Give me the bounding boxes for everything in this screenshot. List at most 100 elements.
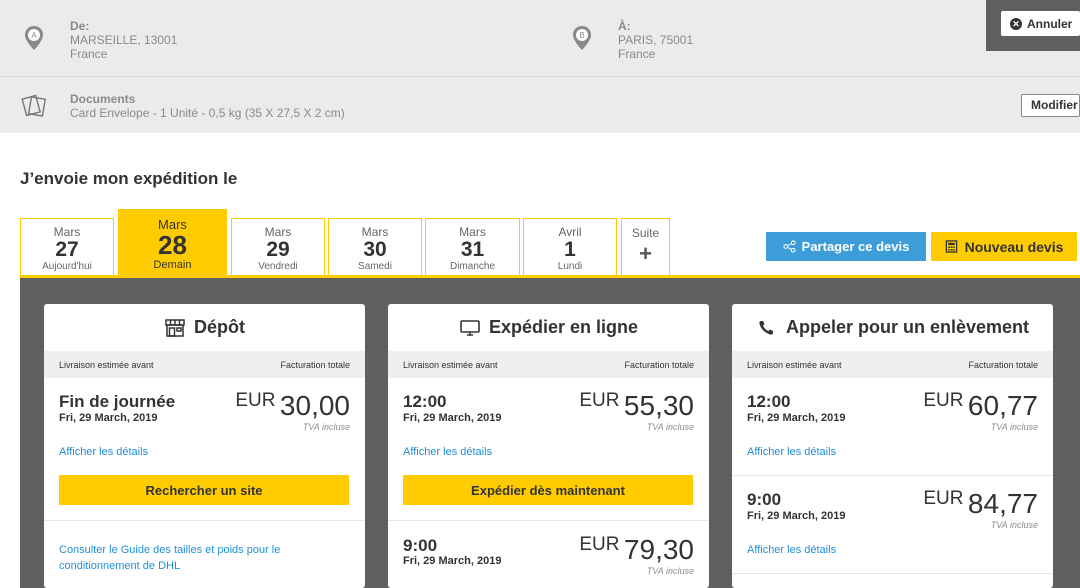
card-subheader: Livraison estimée avant Facturation tota… [732, 351, 1053, 378]
tab-date-28[interactable]: Mars 28 Demain [118, 209, 227, 278]
price-amount: 60,77 [967, 390, 1038, 421]
vat-note: TVA incluse [990, 422, 1038, 432]
delivery-time: 9:00 [403, 536, 438, 555]
service-option: 9:00 Fri, 29 March, 2019 EUR 79,30 TVA i… [388, 521, 709, 588]
service-option: 12:00 Fri, 29 March, 2019 EUR 55,30 TVA … [388, 378, 709, 521]
tab-month: Mars [459, 225, 486, 239]
price-amount: 55,30 [623, 390, 694, 421]
plus-icon: + [639, 241, 652, 266]
tab-weekday: Vendredi [258, 261, 298, 272]
service-option: 12:00 Fri, 29 March, 2019 EUR 60,77 TVA … [732, 378, 1053, 476]
ship-online-card: Expédier en ligne Livraison estimée avan… [388, 304, 709, 588]
origin-city: MARSEILLE, 13001 [70, 33, 178, 47]
tab-month: Mars [264, 225, 292, 239]
cancel-label: Annuler [1027, 16, 1073, 31]
price: EUR 60,77 [923, 390, 1038, 422]
card-subheader: Livraison estimée avant Facturation tota… [388, 351, 709, 378]
card-subheader: Livraison estimée avant Facturation tota… [44, 351, 365, 378]
details-link[interactable]: Afficher les détails [747, 544, 836, 556]
share-quote-button[interactable]: Partager ce devis [766, 232, 926, 261]
tab-month: Mars [361, 225, 389, 239]
delivery-column-label: Livraison estimée avant [747, 359, 842, 370]
price-amount: 79,30 [623, 534, 694, 565]
price-amount: 84,77 [967, 488, 1038, 519]
price-currency: EUR [923, 390, 964, 411]
monitor-icon [459, 318, 481, 338]
delivery-date: Fri, 29 March, 2019 [59, 412, 158, 424]
price-currency: EUR [579, 390, 620, 411]
origin-country: France [70, 47, 108, 61]
tab-more-label: Suite [631, 226, 660, 240]
delivery-time: 12:00 [403, 392, 447, 411]
delivery-column-label: Livraison estimée avant [59, 359, 154, 370]
tab-date-27[interactable]: Mars 27 Aujourd'hui [20, 218, 114, 276]
modify-button[interactable]: Modifier [1021, 94, 1080, 117]
new-quote-button[interactable]: Nouveau devis [931, 232, 1077, 261]
page-title: J’envoie mon expédition le [20, 169, 238, 188]
price-currency: EUR [235, 390, 276, 411]
price: EUR 55,30 [579, 390, 694, 422]
tab-day: 28 [158, 230, 187, 260]
destination-address: À: PARIS, 75001 France [618, 19, 693, 61]
card-title-text: Appeler pour un enlèvement [785, 317, 1030, 337]
ship-now-button[interactable]: Expédier dès maintenant [403, 475, 693, 505]
origin-address: De: MARSEILLE, 13001 France [70, 19, 177, 61]
delivery-date: Fri, 29 March, 2019 [747, 510, 846, 522]
pickup-card: Appeler pour un enlèvement Livraison est… [732, 304, 1053, 588]
tab-weekday: Lundi [557, 261, 583, 272]
package-type: Documents [70, 92, 136, 106]
tab-day: 31 [460, 238, 485, 261]
size-guide-link[interactable]: Consulter le Guide des tailles et poids … [59, 542, 319, 574]
details-link[interactable]: Afficher les détails [59, 446, 148, 458]
destination-city: PARIS, 75001 [618, 33, 694, 47]
delivery-date: Fri, 29 March, 2019 [747, 412, 846, 424]
vat-note: TVA incluse [990, 520, 1038, 530]
origin-pin-icon: A [23, 25, 45, 51]
svg-text:A: A [31, 31, 37, 40]
tab-more[interactable]: Suite + [621, 218, 670, 276]
destination-label: À: [618, 19, 631, 33]
destination-pin-icon: B [571, 25, 593, 51]
delivery-time: 12:00 [747, 392, 791, 411]
price-amount: 30,00 [279, 390, 350, 421]
close-icon: ✕ [1010, 17, 1022, 30]
tab-weekday: Samedi [358, 261, 392, 272]
calculator-icon [945, 240, 957, 253]
delivery-time: Fin de journée [59, 392, 176, 411]
tab-day: 30 [363, 238, 387, 261]
svg-text:B: B [579, 31, 584, 40]
delivery-date: Fri, 29 March, 2019 [403, 412, 502, 424]
total-column-label: Facturation totale [968, 359, 1038, 370]
tab-date-30[interactable]: Mars 30 Samedi [328, 218, 422, 276]
card-title: Dépôt [44, 304, 365, 351]
store-icon [164, 318, 186, 338]
cancel-button[interactable]: ✕ Annuler [1001, 11, 1080, 36]
service-option: Fin de journée Fri, 29 March, 2019 EUR 3… [44, 378, 365, 521]
tab-date-1[interactable]: Avril 1 Lundi [523, 218, 617, 276]
service-option: 9:00 Fri, 29 March, 2019 EUR 84,77 TVA i… [732, 476, 1053, 574]
dropoff-card: Dépôt Livraison estimée avant Facturatio… [44, 304, 365, 588]
vat-note: TVA incluse [646, 566, 694, 576]
tab-day: 1 [564, 238, 576, 261]
share-quote-label: Partager ce devis [801, 239, 910, 254]
origin-label: De: [70, 19, 90, 33]
package-info: Documents Card Envelope - 1 Unité - 0,5 … [70, 92, 345, 120]
details-link[interactable]: Afficher les détails [747, 446, 836, 458]
tab-date-31[interactable]: Mars 31 Dimanche [425, 218, 520, 276]
destination-country: France [618, 47, 656, 61]
card-title: Expédier en ligne [388, 304, 709, 351]
documents-icon [20, 91, 48, 119]
tab-day: 29 [266, 238, 290, 261]
delivery-column-label: Livraison estimée avant [403, 359, 498, 370]
tab-weekday: Dimanche [449, 261, 496, 272]
find-location-button[interactable]: Rechercher un site [59, 475, 349, 505]
card-title-text: Dépôt [194, 317, 245, 337]
tab-weekday: Demain [153, 259, 192, 271]
price: EUR 79,30 [579, 534, 694, 566]
tab-month: Mars [53, 225, 81, 239]
card-title-text: Expédier en ligne [488, 317, 639, 337]
details-link[interactable]: Afficher les détails [403, 446, 492, 458]
tab-date-29[interactable]: Mars 29 Vendredi [231, 218, 325, 276]
price-currency: EUR [923, 488, 964, 509]
vat-note: TVA incluse [302, 422, 350, 432]
